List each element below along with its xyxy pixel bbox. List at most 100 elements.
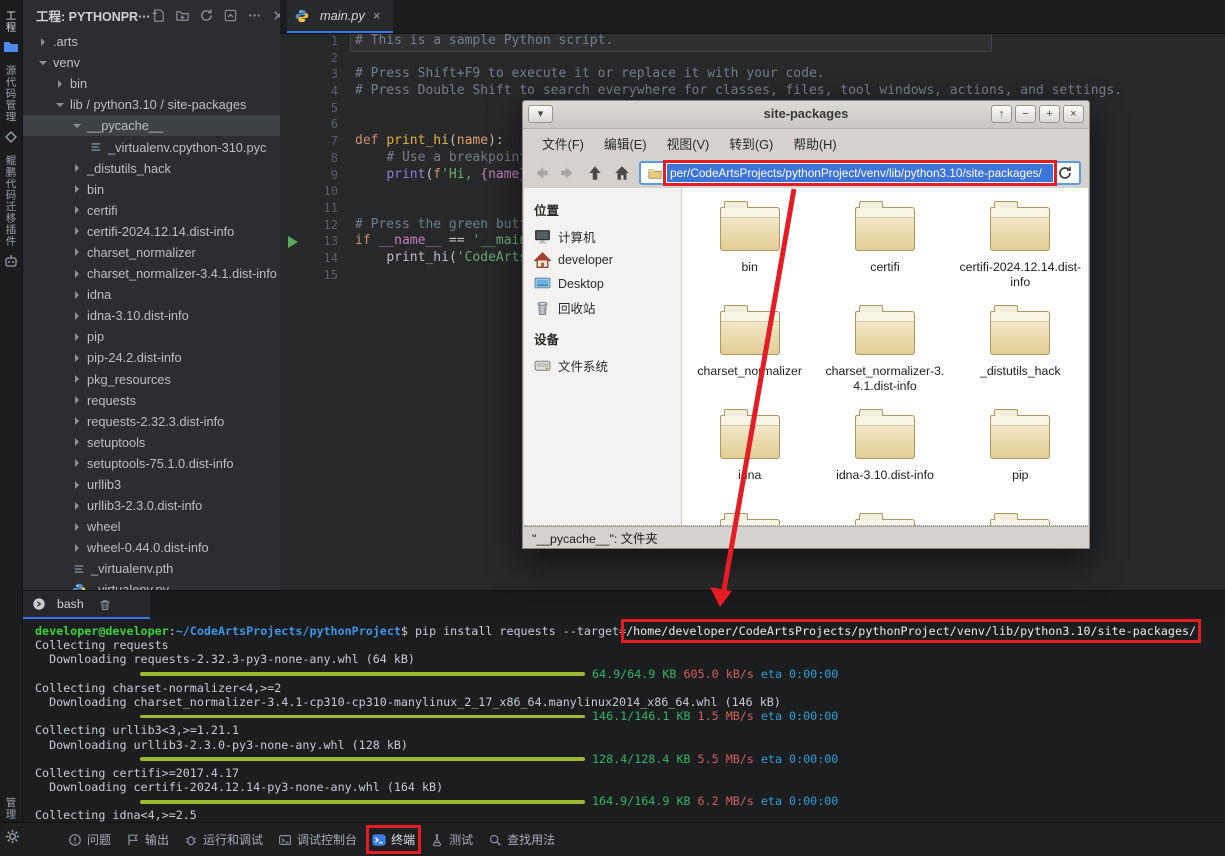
folder-item[interactable]: idna [682,409,817,514]
sidebar-place-item[interactable]: developer [534,249,681,273]
chevron-right-icon[interactable] [72,184,82,194]
folder-item[interactable]: certifi [817,201,952,306]
refresh-icon[interactable] [1057,165,1073,181]
sidebar-place-item[interactable]: 回收站 [534,296,681,320]
tool-window-button-终端[interactable]: 终端 [366,825,422,854]
back-icon[interactable] [531,164,551,182]
address-path-text[interactable]: per/CodeArtsProjects/pythonProject/venv/… [663,160,1057,186]
tab-main-py[interactable]: main.py × [287,0,393,31]
chevron-right-icon[interactable] [72,480,82,490]
chevron-right-icon[interactable] [72,374,82,384]
gear-icon[interactable] [5,829,20,844]
folder-item[interactable]: idna-3.10.dist-info [817,409,952,514]
new-folder-icon[interactable] [175,8,190,23]
tree-item[interactable]: wheel-0.44.0.dist-info [22,537,280,558]
chevron-right-icon[interactable] [72,543,82,553]
tree-item[interactable]: charset_normalizer-3.4.1.dist-info [22,263,280,284]
new-file-icon[interactable] [151,8,166,23]
tree-item[interactable]: certifi [22,200,280,221]
menu-item[interactable]: 编辑(E) [595,131,656,156]
tool-window-button-测试[interactable]: 测试 [430,831,473,848]
folder-item[interactable]: pip [953,409,1088,514]
activity-item[interactable]: 工程 [0,10,22,55]
delete-terminal-icon[interactable] [98,598,112,611]
up-icon[interactable] [585,164,605,182]
refresh-icon[interactable] [199,8,214,23]
chevron-right-icon[interactable] [72,163,82,173]
folder-item[interactable]: _distutils_hack [953,305,1088,410]
menu-item[interactable]: 转到(G) [720,131,782,156]
activity-item[interactable]: 鲲鹏代码迁移插件 [0,155,22,269]
home-icon[interactable] [612,164,632,182]
chevron-down-icon[interactable] [38,58,48,68]
menu-item[interactable]: 帮助(H) [784,131,845,156]
chevron-right-icon[interactable] [72,332,82,342]
chevron-right-icon[interactable] [72,458,82,468]
tool-window-button-输出[interactable]: 输出 [126,831,169,848]
window-minimize-button[interactable]: − [1015,105,1036,123]
chevron-right-icon[interactable] [72,437,82,447]
tab-close-icon[interactable]: × [373,8,381,23]
folder-item[interactable]: certifi-2024.12.14.dist-info [953,201,1088,306]
chevron-right-icon[interactable] [72,247,82,257]
tree-item[interactable]: venv [22,52,280,73]
chevron-right-icon[interactable] [72,395,82,405]
tree-item[interactable]: bin [22,73,280,94]
window-up-button[interactable]: ↑ [991,105,1012,123]
tree-item[interactable]: setuptools [22,432,280,453]
chevron-down-icon[interactable] [55,100,65,110]
terminal-tab-bash[interactable]: bash [22,591,150,617]
tool-window-button-问题[interactable]: 问题 [68,831,111,848]
menu-item[interactable]: 视图(V) [658,131,719,156]
folder-item[interactable]: charset_normalizer [682,305,817,410]
tree-item[interactable]: _virtualenv.cpython-310.pyc [22,136,280,157]
chevron-down-icon[interactable] [72,121,82,131]
tree-item[interactable]: setuptools-75.1.0.dist-info [22,453,280,474]
tree-item[interactable]: pkg_resources [22,369,280,390]
tree-item[interactable]: requests-2.32.3.dist-info [22,411,280,432]
tree-item[interactable]: .arts [22,31,280,52]
folder-grid[interactable]: bin certifi certifi-2024.12.14.dist-info ch… [682,188,1088,526]
tree-item[interactable]: bin [22,179,280,200]
sidebar-place-item[interactable]: 文件系统 [534,354,681,378]
tool-window-button-查找用法[interactable]: 查找用法 [488,831,555,848]
sidebar-place-item[interactable]: Desktop [534,272,681,296]
chevron-right-icon[interactable] [72,226,82,236]
window-maximize-button[interactable]: + [1039,105,1060,123]
more-icon[interactable] [247,8,262,23]
terminal-output[interactable]: developer@developer:~/CodeArtsProjects/p… [35,619,1225,823]
tree-item[interactable]: requests [22,390,280,411]
address-bar[interactable]: per/CodeArtsProjects/pythonProject/venv/… [639,160,1081,186]
chevron-right-icon[interactable] [55,79,65,89]
tree-item[interactable]: lib / python3.10 / site-packages [22,94,280,115]
tree-item[interactable]: certifi-2024.12.14.dist-info [22,221,280,242]
chevron-right-icon[interactable] [72,353,82,363]
tool-window-button-调试控制台[interactable]: 调试控制台 [278,831,357,848]
chevron-right-icon[interactable] [72,269,82,279]
chevron-right-icon[interactable] [72,311,82,321]
chevron-right-icon[interactable] [72,501,82,511]
tree-item[interactable]: pip [22,326,280,347]
project-tree[interactable]: .arts venv bin lib / python3.10 / site-pack… [22,31,280,590]
collapse-all-icon[interactable] [223,8,238,23]
activity-item[interactable]: 源代码管理 [0,65,22,145]
chevron-right-icon[interactable] [72,290,82,300]
tree-item[interactable]: _virtualenv.pth [22,558,280,579]
tree-item[interactable]: urllib3-2.3.0.dist-info [22,495,280,516]
forward-icon[interactable] [558,164,578,182]
tree-item[interactable]: _distutils_hack [22,158,280,179]
menu-item[interactable]: 文件(F) [533,131,593,156]
sidebar-place-item[interactable]: 计算机 [534,225,681,249]
tree-item[interactable]: pip-24.2.dist-info [22,347,280,368]
dialog-title-bar[interactable]: ▾ site-packages ↑ − + × [523,101,1089,129]
tree-item[interactable]: urllib3 [22,474,280,495]
chevron-right-icon[interactable] [72,205,82,215]
chevron-right-icon[interactable] [72,522,82,532]
tree-item[interactable]: charset_normalizer [22,242,280,263]
activity-item-manage[interactable]: 管理 [0,797,22,820]
tree-item[interactable]: idna [22,284,280,305]
folder-item[interactable]: charset_normalizer-3.4.1.dist-info [817,305,952,410]
tree-item[interactable]: _virtualenv.py [22,579,280,590]
tool-window-button-运行和调试[interactable]: 运行和调试 [184,831,263,848]
tree-item[interactable]: idna-3.10.dist-info [22,305,280,326]
